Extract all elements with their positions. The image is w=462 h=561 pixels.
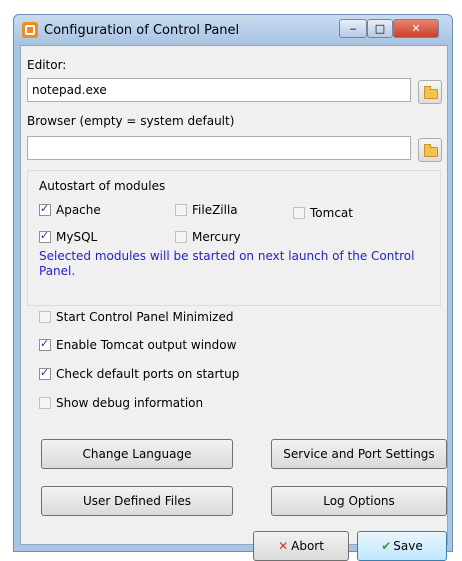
xampp-icon xyxy=(22,22,38,38)
close-button[interactable]: ✕ xyxy=(393,19,439,38)
browser-label: Browser (empty = system default) xyxy=(27,114,235,128)
checkbox-label: Show debug information xyxy=(56,396,204,410)
checkbox-label: Start Control Panel Minimized xyxy=(56,310,234,324)
checkbox-box[interactable] xyxy=(39,229,51,243)
autostart-heading: Autostart of modules xyxy=(39,179,166,193)
browser-input[interactable] xyxy=(27,136,411,160)
checkbox-label: Tomcat xyxy=(310,206,353,220)
x-icon: ✕ xyxy=(278,539,289,553)
minimize-icon: ‒ xyxy=(349,22,357,35)
checkbox-box[interactable] xyxy=(39,366,51,380)
close-icon: ✕ xyxy=(411,22,421,35)
change-language-button[interactable]: Change Language xyxy=(41,439,233,469)
editor-label: Editor: xyxy=(27,58,67,72)
checkbox-box[interactable] xyxy=(39,337,51,351)
checkbox-box[interactable] xyxy=(175,204,187,216)
maximize-button[interactable]: □ xyxy=(367,19,393,38)
minimize-button[interactable]: ‒ xyxy=(339,19,367,38)
user-defined-files-button[interactable]: User Defined Files xyxy=(41,486,233,516)
checkbox-label: Enable Tomcat output window xyxy=(56,338,237,352)
window-title: Configuration of Control Panel xyxy=(44,23,240,38)
autostart-mysql-checkbox[interactable]: MySQL xyxy=(39,229,98,244)
checkbox-label: Mercury xyxy=(192,230,241,244)
checkbox-box[interactable] xyxy=(175,231,187,243)
option-tomcat-output-checkbox[interactable]: Enable Tomcat output window xyxy=(39,337,237,352)
autostart-filezilla-checkbox[interactable]: FileZilla xyxy=(175,203,238,217)
checkbox-box[interactable] xyxy=(39,311,51,323)
config-window: Configuration of Control Panel ‒ □ ✕ Edi… xyxy=(13,14,453,561)
option-start-minimized-checkbox[interactable]: Start Control Panel Minimized xyxy=(39,310,233,324)
autostart-apache-checkbox[interactable]: Apache xyxy=(39,202,101,217)
editor-browse-button[interactable] xyxy=(418,80,442,104)
checkbox-box[interactable] xyxy=(39,397,51,409)
abort-label: Abort xyxy=(291,539,324,553)
option-debug-info-checkbox[interactable]: Show debug information xyxy=(39,396,203,410)
autostart-mercury-checkbox[interactable]: Mercury xyxy=(175,230,241,244)
folder-icon xyxy=(424,86,438,99)
dialog-client-area: Editor: Browser (empty = system default)… xyxy=(20,45,448,561)
checkbox-label: Apache xyxy=(56,203,101,217)
service-port-settings-button[interactable]: Service and Port Settings xyxy=(271,439,447,469)
abort-button[interactable]: ✕ Abort xyxy=(253,531,349,561)
checkbox-label: FileZilla xyxy=(192,203,238,217)
autostart-tomcat-checkbox[interactable]: Tomcat xyxy=(293,206,353,220)
title-bar: Configuration of Control Panel ‒ □ ✕ xyxy=(14,15,452,45)
checkbox-box[interactable] xyxy=(39,202,51,216)
log-options-button[interactable]: Log Options xyxy=(271,486,447,516)
maximize-icon: □ xyxy=(374,22,386,35)
option-check-ports-checkbox[interactable]: Check default ports on startup xyxy=(39,366,240,381)
folder-icon xyxy=(424,144,438,157)
editor-input[interactable] xyxy=(27,78,411,102)
save-button[interactable]: ✔ Save xyxy=(357,531,447,561)
checkbox-label: MySQL xyxy=(56,230,98,244)
checkbox-box[interactable] xyxy=(293,207,305,219)
autostart-note: Selected modules will be started on next… xyxy=(39,249,415,278)
checkbox-label: Check default ports on startup xyxy=(56,367,240,381)
browser-browse-button[interactable] xyxy=(418,138,442,162)
checkmark-icon: ✔ xyxy=(381,539,392,553)
save-label: Save xyxy=(393,539,423,553)
